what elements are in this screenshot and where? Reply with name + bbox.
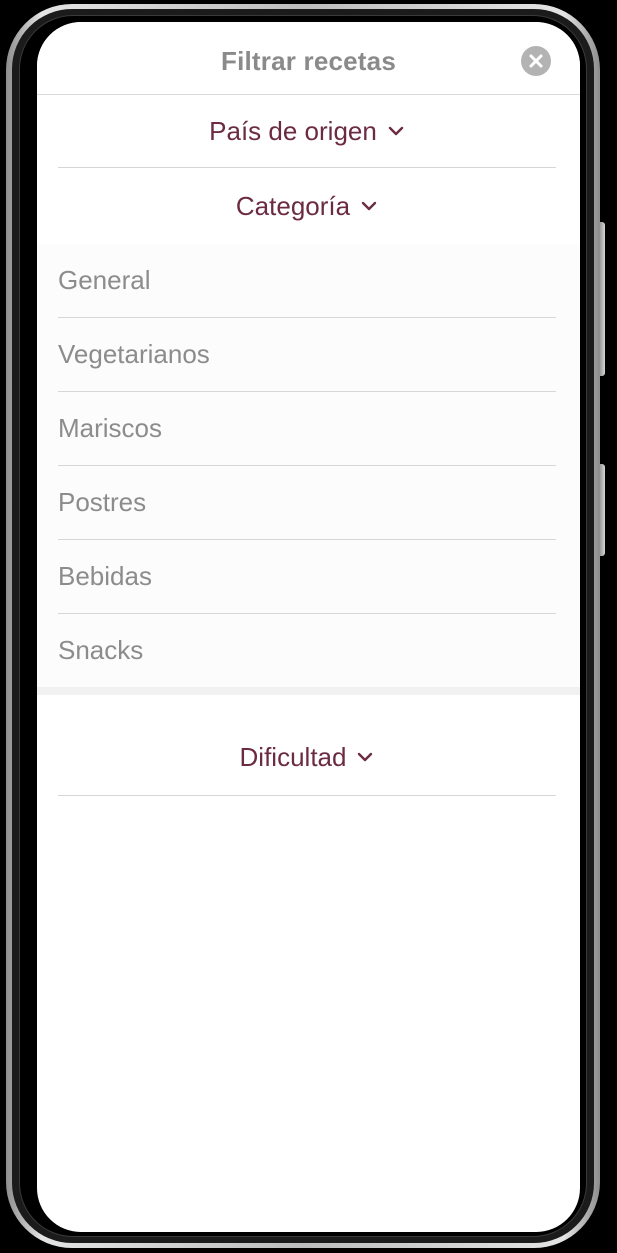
page-title: Filtrar recetas: [221, 46, 396, 76]
category-option-vegetarianos[interactable]: Vegetarianos: [58, 318, 556, 392]
difficulty-filter-toggle[interactable]: Dificultad: [58, 719, 556, 796]
category-filter-label: Categoría: [235, 190, 351, 221]
category-option-snacks[interactable]: Snacks: [58, 614, 556, 687]
close-button[interactable]: [521, 46, 551, 76]
section-divider: [37, 687, 580, 695]
filter-header: Filtrar recetas: [37, 22, 580, 95]
origin-filter-toggle[interactable]: País de origen: [58, 95, 556, 168]
close-circle-icon: [529, 54, 543, 68]
category-option-general[interactable]: General: [58, 244, 556, 318]
filter-screen: Filtrar recetas País de origen Categoría…: [37, 22, 580, 1232]
category-filter-toggle[interactable]: Categoría: [58, 168, 556, 244]
volume-button: [600, 222, 605, 376]
category-option-bebidas[interactable]: Bebidas: [58, 540, 556, 614]
category-option-mariscos[interactable]: Mariscos: [58, 392, 556, 466]
difficulty-filter-label: Dificultad: [239, 741, 347, 772]
power-button: [600, 464, 605, 556]
chevron-down-icon: [361, 201, 377, 211]
category-options-list: General Vegetarianos Mariscos Postres Be…: [37, 244, 580, 687]
category-option-postres[interactable]: Postres: [58, 466, 556, 540]
chevron-down-icon: [388, 126, 404, 136]
chevron-down-icon: [358, 752, 373, 762]
origin-filter-label: País de origen: [209, 115, 377, 146]
